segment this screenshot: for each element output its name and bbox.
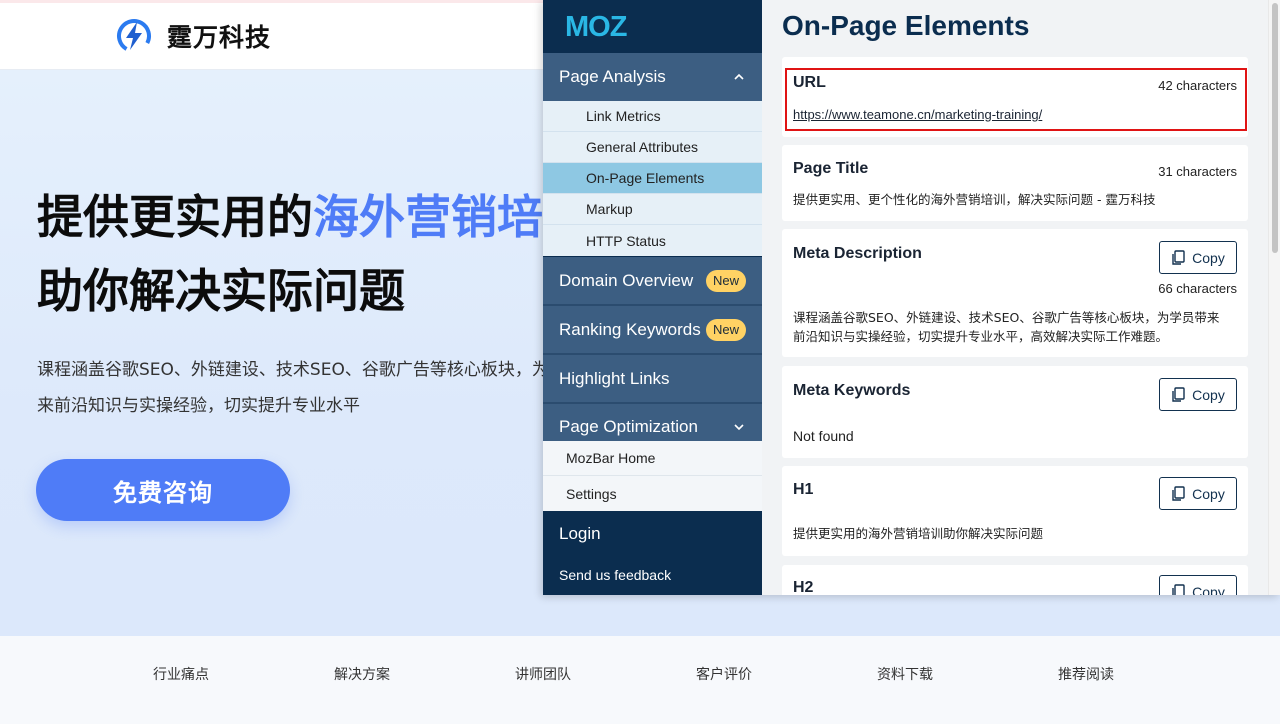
card-meta-keywords: Meta Keywords Copy Not found [782,366,1248,458]
moz-logo[interactable]: MOZ [565,13,651,39]
section-highlight-links[interactable]: Highlight Links [543,355,762,402]
copy-icon [1172,485,1185,501]
chevron-down-icon [734,424,744,431]
bottom-nav: 行业痛点 解决方案 讲师团队 客户评价 资料下载 推荐阅读 [0,636,1280,724]
copy-button[interactable]: Copy [1159,378,1237,411]
copy-button[interactable]: Copy [1159,477,1237,510]
nav-solutions[interactable]: 解决方案 [334,664,390,684]
site-logo[interactable]: 霆万科技 [115,18,271,54]
meta-description-char-count: 66 characters [1158,281,1237,296]
section-domain-overview-label: Domain Overview [559,270,694,290]
meta-keywords-value: Not found [793,428,854,444]
sidebar-item-markup[interactable]: Markup [543,194,762,225]
mozbar-main: On-Page Elements URL 42 characters https… [762,0,1280,595]
card-h1: H1 Copy 提供更实用的海外营销培训助你解决实际问题 [782,466,1248,556]
mozbar-sidebar: MOZ Page Analysis Link Metrics General A… [543,0,762,595]
sidebar-item-http-status[interactable]: HTTP Status [543,225,762,256]
svg-text:MOZ: MOZ [565,13,627,39]
url-highlight-box [785,68,1247,131]
section-highlight-links-label: Highlight Links [559,368,670,388]
hero-title: 提供更实用的海外营销培训 助你解决实际问题 [37,180,589,328]
h1-value: 提供更实用的海外营销培训助你解决实际问题 [793,526,1044,541]
mozbar-panel: MOZ Page Analysis Link Metrics General A… [543,0,1280,595]
h1-label: H1 [793,481,814,498]
meta-keywords-label: Meta Keywords [793,382,911,399]
meta-description-label: Meta Description [793,245,922,262]
logo-bolt-icon [117,19,151,53]
copy-icon [1172,583,1185,595]
hero-description: 课程涵盖谷歌SEO、外链建设、技术SEO、谷歌广告等核心板块，为学员带 来前沿知… [37,352,600,424]
sidebar-item-link-metrics[interactable]: Link Metrics [543,101,762,132]
feedback-link[interactable]: Send us feedback [559,567,671,583]
copy-icon [1172,249,1185,265]
page-title-label: Page Title [793,160,869,177]
copy-label: Copy [1192,249,1225,266]
section-page-optimization-label: Page Optimization [559,417,698,436]
nav-industry-pain[interactable]: 行业痛点 [153,664,209,684]
new-badge: New [705,318,746,341]
card-meta-description: Meta Description Copy 66 characters 课程涵盖… [782,229,1248,357]
chevron-up-icon [734,73,744,80]
hero-title-line2: 助你解决实际问题 [37,264,405,318]
page-analysis-submenu: Link Metrics General Attributes On-Page … [543,101,762,256]
card-h2: H2 Copy [782,565,1248,595]
section-page-analysis-label: Page Analysis [559,67,666,86]
nav-downloads[interactable]: 资料下载 [877,664,933,684]
copy-label: Copy [1192,485,1225,502]
login-link[interactable]: Login [559,524,601,544]
nav-instructors[interactable]: 讲师团队 [515,664,571,684]
free-consult-button[interactable]: 免费咨询 [36,459,290,521]
copy-button[interactable]: Copy [1159,241,1237,274]
nav-reviews[interactable]: 客户评价 [696,664,752,684]
card-page-title: Page Title 31 characters 提供更实用、更个性化的海外营销… [782,145,1248,221]
copy-label: Copy [1192,386,1225,403]
logo-text: 霆万科技 [167,23,272,52]
section-ranking-keywords-label: Ranking Keywords [559,319,701,339]
new-badge: New [705,269,746,292]
page-title-char-count: 31 characters [1158,164,1237,179]
hero-desc-line2: 来前沿知识与实操经验，切实提升专业水平 [37,396,360,416]
meta-description-line2: 前沿知识与实操经验，切实提升专业水平，高效解决实际工作难题。 [793,329,1169,344]
page-optimization-submenu: MozBar Home Settings [543,441,762,511]
meta-description-value: 课程涵盖谷歌SEO、外链建设、技术SEO、谷歌广告等核心板块，为学员带来 前沿知… [793,308,1219,346]
nav-recommended[interactable]: 推荐阅读 [1058,664,1114,684]
sidebar-item-on-page-elements[interactable]: On-Page Elements [543,163,762,194]
sidebar-item-general-attributes[interactable]: General Attributes [543,132,762,163]
hero-title-plain: 提供更实用的 [37,190,313,244]
scrollbar[interactable] [1268,0,1280,595]
section-ranking-keywords[interactable]: Ranking Keywords New [543,306,762,353]
h2-label: H2 [793,579,814,595]
section-page-analysis[interactable]: Page Analysis [543,53,762,101]
section-page-optimization[interactable]: Page Optimization [543,404,762,441]
sidebar-item-mozbar-home[interactable]: MozBar Home [543,441,762,476]
scrollbar-thumb[interactable] [1272,3,1278,253]
page-title: On-Page Elements [782,10,1030,41]
copy-icon [1172,386,1185,402]
page-title-value: 提供更实用、更个性化的海外营销培训，解决实际问题 - 霆万科技 [793,192,1156,207]
sidebar-item-settings[interactable]: Settings [543,476,762,511]
meta-description-line1: 课程涵盖谷歌SEO、外链建设、技术SEO、谷歌广告等核心板块，为学员带来 [793,310,1220,325]
copy-label: Copy [1192,583,1225,596]
copy-button[interactable]: Copy [1159,575,1237,595]
hero-desc-line1: 课程涵盖谷歌SEO、外链建设、技术SEO、谷歌广告等核心板块，为学员带 [37,360,600,380]
section-domain-overview[interactable]: Domain Overview New [543,257,762,304]
